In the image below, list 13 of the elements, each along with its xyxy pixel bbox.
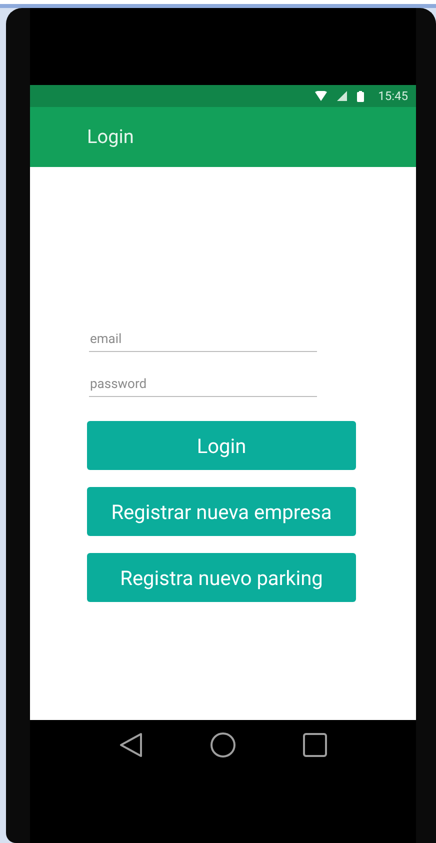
text-field[interactable]: email <box>89 327 317 352</box>
back-icon[interactable] <box>118 732 143 758</box>
signal-icon <box>337 91 348 101</box>
wifi-icon <box>315 91 328 101</box>
action-button[interactable]: Registra nuevo parking <box>87 553 356 602</box>
app-title: Login <box>87 124 134 150</box>
recents-icon[interactable] <box>303 733 328 757</box>
status-time: 15:45 <box>378 88 408 105</box>
home-icon[interactable] <box>210 732 236 758</box>
action-button[interactable]: Login <box>87 421 356 470</box>
battery-icon <box>357 90 364 102</box>
action-button[interactable]: Registrar nueva empresa <box>87 487 356 536</box>
text-field[interactable]: password <box>89 372 317 397</box>
